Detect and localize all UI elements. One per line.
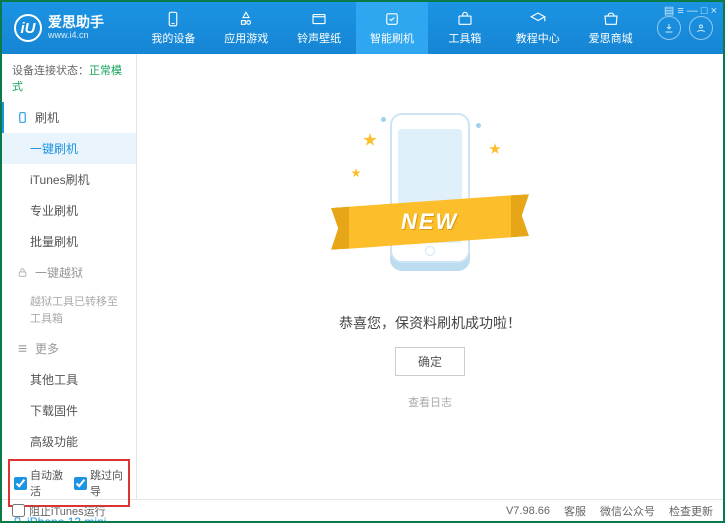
- main-content: NEW 恭喜您，保资料刷机成功啦！ 确定 查看日志: [137, 54, 723, 499]
- wechat-link[interactable]: 微信公众号: [600, 503, 655, 519]
- connection-status: 设备连接状态：正常模式: [2, 54, 136, 102]
- titlebar-right: [647, 16, 723, 40]
- titlebar: iU 爱思助手 www.i4.cn 我的设备 应用游戏 铃声壁纸 智能刷机 工具…: [2, 2, 723, 54]
- sidebar-item-itunes-flash[interactable]: iTunes刷机: [2, 164, 136, 195]
- app-window: { "logo": { "title": "爱思助手", "url": "www…: [0, 0, 725, 523]
- logo-icon: iU: [14, 14, 42, 42]
- nav-store[interactable]: 爱思商城: [574, 2, 647, 54]
- sidebar-item-oneclick-flash[interactable]: 一键刷机: [2, 133, 136, 164]
- nav-tabs: 我的设备 应用游戏 铃声壁纸 智能刷机 工具箱 教程中心 爱思商城: [137, 2, 647, 54]
- sidebar-item-download-fw[interactable]: 下载固件: [2, 395, 136, 426]
- sidebar-item-batch-flash[interactable]: 批量刷机: [2, 226, 136, 257]
- sidebar-item-advanced[interactable]: 高级功能: [2, 426, 136, 457]
- sidebar-head-flash[interactable]: 刷机: [2, 102, 136, 133]
- window-controls: ▤ ≡ — □ ×: [664, 4, 717, 17]
- support-link[interactable]: 客服: [564, 503, 586, 519]
- jailbreak-note: 越狱工具已转移至 工具箱: [2, 288, 136, 333]
- window-controls-group[interactable]: ▤ ≡ — □ ×: [664, 4, 717, 17]
- version-label: V7.98.66: [506, 505, 550, 517]
- app-url: www.i4.cn: [48, 31, 104, 41]
- flash-options-box: 自动激活 跳过向导: [8, 459, 130, 507]
- sidebar-head-jailbreak[interactable]: 一键越狱: [2, 257, 136, 288]
- download-icon[interactable]: [657, 16, 681, 40]
- sidebar-item-other-tools[interactable]: 其他工具: [2, 364, 136, 395]
- new-ribbon: NEW: [345, 195, 515, 249]
- success-illustration: NEW: [355, 113, 505, 293]
- logo-area: iU 爱思助手 www.i4.cn: [2, 14, 137, 42]
- checkbox-auto-activate[interactable]: 自动激活: [14, 467, 64, 499]
- checkbox-block-itunes[interactable]: 阻止iTunes运行: [12, 503, 106, 519]
- ok-button[interactable]: 确定: [395, 347, 465, 376]
- checkbox-skip-guide[interactable]: 跳过向导: [74, 467, 124, 499]
- view-log-link[interactable]: 查看日志: [408, 394, 452, 410]
- nav-tutorials[interactable]: 教程中心: [501, 2, 574, 54]
- success-message: 恭喜您，保资料刷机成功啦！: [339, 313, 521, 333]
- app-title: 爱思助手: [48, 15, 104, 30]
- nav-my-device[interactable]: 我的设备: [137, 2, 210, 54]
- sidebar: 设备连接状态：正常模式 刷机 一键刷机 iTunes刷机 专业刷机 批量刷机 一…: [2, 54, 137, 499]
- sidebar-item-pro-flash[interactable]: 专业刷机: [2, 195, 136, 226]
- check-update-link[interactable]: 检查更新: [669, 503, 713, 519]
- nav-ringtones[interactable]: 铃声壁纸: [283, 2, 356, 54]
- nav-toolbox[interactable]: 工具箱: [428, 2, 501, 54]
- sidebar-head-more[interactable]: 更多: [2, 333, 136, 364]
- nav-smart-flash[interactable]: 智能刷机: [356, 2, 429, 54]
- nav-apps-games[interactable]: 应用游戏: [210, 2, 283, 54]
- user-icon[interactable]: [689, 16, 713, 40]
